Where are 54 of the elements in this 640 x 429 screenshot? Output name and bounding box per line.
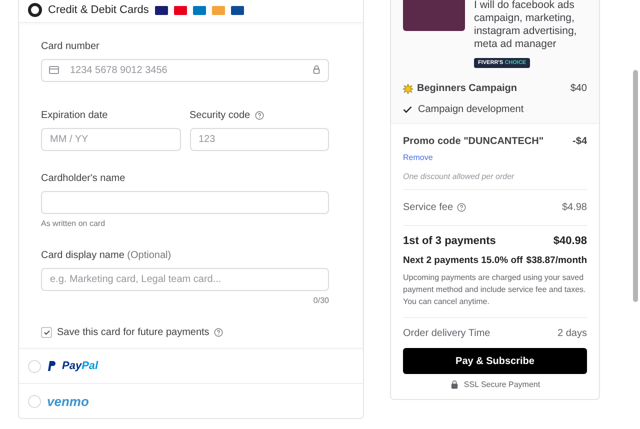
paypal-logo: PayPal xyxy=(62,360,98,372)
field-hint: As written on card xyxy=(41,219,106,228)
next-payments-label: Next 2 payments 15.0% off xyxy=(403,255,523,266)
field-label: Card display name (Optional) xyxy=(41,250,172,261)
help-icon[interactable] xyxy=(457,203,466,212)
first-payment-label: 1st of 3 payments xyxy=(403,235,496,247)
card-brand-icon xyxy=(174,6,187,14)
expiration-field[interactable]: MM / YY xyxy=(41,128,180,151)
security-code-field[interactable]: 123 xyxy=(190,128,329,151)
help-icon[interactable] xyxy=(255,111,264,120)
field-label: Security code xyxy=(190,110,250,121)
credit-card-icon xyxy=(49,66,59,74)
cardholder-name-field[interactable] xyxy=(41,191,329,214)
promo-code-label: Promo code "DUNCANTECH" xyxy=(403,136,544,147)
package-price: $40 xyxy=(570,83,587,94)
card-brand-icon xyxy=(230,6,244,14)
save-card-checkbox[interactable] xyxy=(41,327,52,338)
character-counter: 0/30 xyxy=(312,296,329,305)
check-icon xyxy=(403,106,412,113)
star-burst-icon xyxy=(403,84,413,94)
delivery-label: Order delivery Time xyxy=(403,328,490,339)
field-label: Card number xyxy=(41,41,100,52)
card-number-field[interactable]: 1234 5678 9012 3456 xyxy=(41,59,329,82)
lock-icon xyxy=(312,65,321,74)
method-label: Credit & Debit Cards xyxy=(48,4,149,16)
package-name: Beginners Campaign xyxy=(403,83,518,94)
promo-amount: -$4 xyxy=(572,136,587,147)
remove-link[interactable]: Remove xyxy=(403,153,433,162)
next-payments-amount: $38.87/month xyxy=(526,255,587,266)
field-label: Expiration date xyxy=(41,110,108,121)
help-icon[interactable] xyxy=(214,328,224,337)
field-label: Cardholder's name xyxy=(41,173,126,184)
secure-payment-text: SSL Secure Payment xyxy=(464,380,540,389)
card-brand-icon xyxy=(192,6,206,14)
photo-placeholder xyxy=(403,0,465,31)
feature-text: Campaign development xyxy=(418,104,524,115)
card-brand-icon xyxy=(212,6,225,14)
pay-subscribe-button[interactable]: Pay & Subscribe xyxy=(403,348,587,374)
delivery-value: 2 days xyxy=(558,328,587,339)
checkbox-label: Save this card for future payments xyxy=(57,327,210,338)
scrollbar-thumb[interactable] xyxy=(633,70,638,302)
first-payment-amount: $40.98 xyxy=(553,235,587,247)
service-fee-label: Service fee xyxy=(403,202,466,213)
payment-note: Upcoming payments are charged using your saved payment method and include service fee and taxes. You can cancel anytime. xyxy=(403,272,587,308)
radio-button[interactable] xyxy=(28,3,42,17)
lock-icon xyxy=(450,380,459,389)
checkmark-icon xyxy=(44,330,50,335)
gig-title: I will do facebook ads campaign, marketing, instagram advertising, meta ad manager xyxy=(474,0,578,51)
service-fee-amount: $4.98 xyxy=(562,202,587,213)
venmo-logo: venmo xyxy=(47,394,89,408)
card-brand-icon xyxy=(154,6,168,14)
paypal-icon xyxy=(47,360,56,372)
discount-note: One discount allowed per order xyxy=(403,172,516,181)
display-name-field[interactable]: e.g. Marketing card, Legal team card... xyxy=(41,268,329,291)
